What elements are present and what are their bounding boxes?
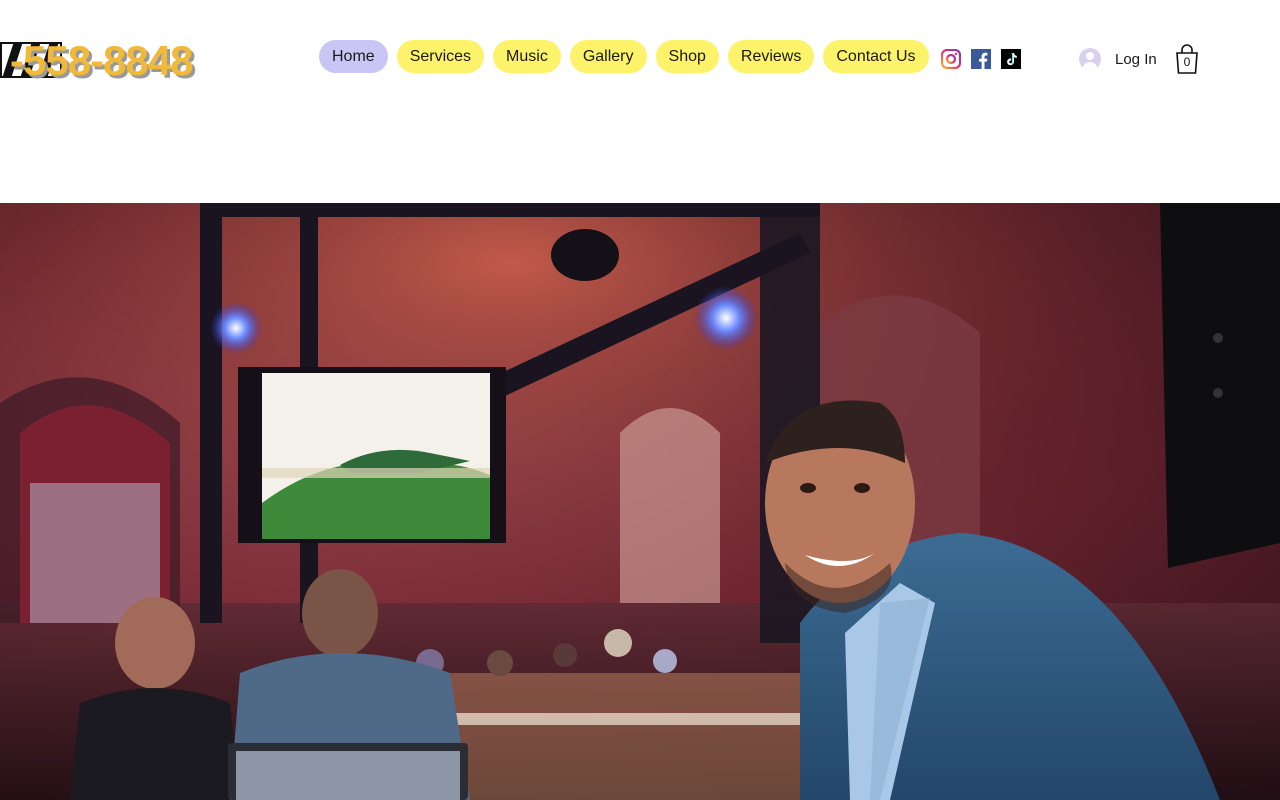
nav-contact-us[interactable]: Contact Us — [823, 40, 929, 73]
nav-services[interactable]: Services — [396, 40, 485, 73]
logo[interactable]: -558-8848 — [0, 37, 193, 84]
cart-count: 0 — [1183, 55, 1191, 69]
tiktok-icon[interactable] — [1001, 49, 1021, 69]
nav-reviews[interactable]: Reviews — [727, 40, 815, 73]
phone-number[interactable]: -558-8848 — [10, 37, 193, 85]
cart-button[interactable]: 0 — [1174, 43, 1200, 75]
social-links — [941, 49, 1021, 69]
hero-photo — [0, 203, 1280, 800]
instagram-icon[interactable] — [941, 49, 961, 69]
user-avatar-icon — [1079, 48, 1101, 70]
login-button[interactable]: Log In — [1079, 48, 1157, 70]
facebook-icon[interactable] — [971, 49, 991, 69]
nav-shop[interactable]: Shop — [655, 40, 719, 73]
nav-home[interactable]: Home — [319, 40, 388, 73]
nav-gallery[interactable]: Gallery — [569, 40, 647, 73]
login-label: Log In — [1115, 50, 1157, 68]
site-header: -558-8848 Home Services Music Gallery Sh… — [0, 0, 1280, 203]
nav-music[interactable]: Music — [493, 40, 561, 73]
main-nav: Home Services Music Gallery Shop Reviews… — [319, 40, 929, 73]
hero-image — [0, 203, 1280, 800]
